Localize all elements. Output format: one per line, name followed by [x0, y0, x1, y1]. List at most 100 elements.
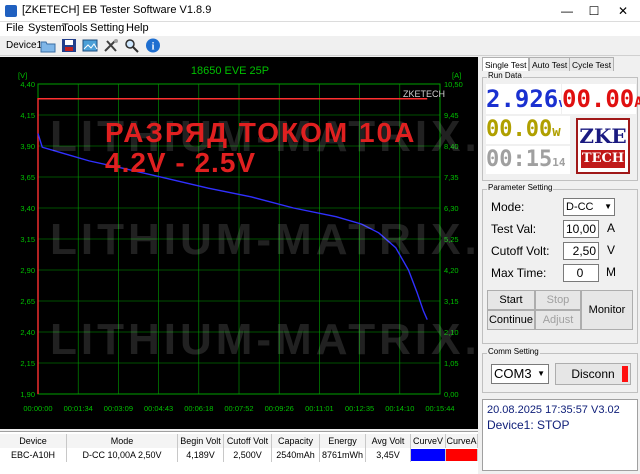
max-time-input[interactable]: 0 [563, 264, 599, 282]
x-tick-label: 00:07:52 [224, 404, 253, 413]
watermark-3: LITHIUM-MATRIX. [50, 315, 481, 364]
window-title: [ZKETECH] EB Tester Software V1.8.9 [22, 4, 212, 16]
tools-icon[interactable] [103, 38, 119, 53]
cutoff-volt-label: Cutoff Volt: [491, 244, 550, 258]
info-icon[interactable]: i [145, 38, 161, 53]
mode-label: Mode: [491, 200, 525, 214]
title-bar: [ZKETECH] EB Tester Software V1.8.9 — ☐ … [0, 0, 640, 22]
test-val-input[interactable]: 10,00 [563, 220, 599, 238]
status-device: Device1: STOP [487, 418, 570, 432]
y-tick-label: 3,15 [20, 235, 35, 244]
zketech-logo: ZKE TECH [576, 118, 630, 174]
start-button[interactable]: Start [487, 290, 535, 310]
y2-tick-label: 4,20 [444, 266, 459, 275]
power-value: 00.00 [486, 117, 553, 142]
current-unit: A [634, 95, 640, 111]
chart-image-icon[interactable] [82, 38, 98, 53]
maximize-button[interactable]: ☐ [583, 2, 605, 20]
com-port-value: COM3 [494, 366, 532, 381]
menu-setting[interactable]: Setting [90, 22, 124, 34]
curve-a-color-swatch[interactable] [446, 449, 478, 461]
y-tick-label: 2,65 [20, 297, 35, 306]
menu-help[interactable]: Help [126, 22, 149, 34]
x-tick-label: 00:15:44 [425, 404, 454, 413]
y-tick-label: 2,90 [20, 266, 35, 275]
menu-file[interactable]: File [6, 22, 24, 34]
power-unit: w [552, 124, 561, 140]
x-tick-label: 00:01:34 [64, 404, 93, 413]
cell-capacity: 2540mAh [272, 448, 320, 462]
tab-auto-test[interactable]: Auto Test [529, 57, 571, 71]
monitor-button[interactable]: Monitor [581, 290, 633, 330]
test-val-label: Test Val: [491, 222, 537, 236]
cell-energy: 8761mWh [320, 448, 366, 462]
table-row[interactable]: EBC-A10H D-CC 10,00A 2,50V 4,189V 2,500V… [0, 448, 478, 462]
logo-text-bottom: TECH [581, 150, 625, 168]
disconnect-label: Disconn [571, 367, 615, 381]
y2-axis-unit: [A] [452, 71, 461, 80]
cutoff-volt-unit: V [607, 243, 616, 257]
com-port-select[interactable]: COM3 ▼ [491, 364, 549, 384]
comm-label: Comm Setting [487, 347, 540, 356]
close-button[interactable]: ✕ [612, 2, 634, 20]
control-panel: Single Test Auto Test Cycle Test Run Dat… [480, 57, 640, 474]
x-tick-label: 00:12:35 [345, 404, 374, 413]
parameter-label: Parameter Setting [487, 183, 554, 192]
chart-corner-label: ZKETECH [403, 89, 446, 99]
x-tick-label: 00:06:18 [184, 404, 213, 413]
time-hm: 00:15 [486, 147, 553, 172]
x-tick-label: 00:00:00 [23, 404, 52, 413]
run-data-label: Run Data [487, 71, 523, 80]
connection-indicator [622, 366, 628, 382]
cutoff-volt-input[interactable]: 2,50 [563, 242, 599, 260]
x-tick-label: 00:09:26 [265, 404, 294, 413]
max-time-unit: M [606, 265, 616, 279]
chart-title: 18650 EVE 25P [190, 65, 270, 77]
cell-begin-volt: 4,189V [178, 448, 224, 462]
y2-tick-label: 3,15 [444, 297, 459, 306]
header-energy: Energy [320, 434, 366, 448]
cell-avg-volt: 3,45V [366, 448, 411, 462]
run-data-group: Run Data 2.926v 00.00A 00.00w 00:1514 ZK… [482, 71, 640, 181]
x-tick-label: 00:03:09 [104, 404, 133, 413]
chevron-down-icon: ▼ [537, 369, 545, 378]
time-readout: 00:1514 [486, 146, 570, 174]
open-folder-icon[interactable] [40, 38, 56, 53]
y2-tick-label: 6,30 [444, 204, 459, 213]
cell-cutoff-volt: 2,500V [224, 448, 272, 462]
header-begin-volt: Begin Volt [178, 434, 224, 448]
status-datetime: 20.08.2025 17:35:57 V3.02 [487, 404, 620, 416]
header-curve-v: CurveV [411, 434, 446, 448]
stop-button[interactable]: Stop [535, 290, 581, 310]
y-tick-label: 2,40 [20, 328, 35, 337]
overlay-caption-2: 4.2V - 2.5V [105, 147, 257, 178]
overlay-caption-1: РАЗРЯД ТОКОМ 10А [105, 117, 417, 148]
menu-tools[interactable]: Tools [62, 22, 88, 34]
y-tick-label: 3,65 [20, 173, 35, 182]
continue-button[interactable]: Continue [487, 310, 535, 330]
disconnect-button[interactable]: Disconn [555, 363, 631, 385]
x-tick-label: 00:14:10 [385, 404, 414, 413]
header-avg-volt: Avg Volt [366, 434, 411, 448]
cell-mode: D-CC 10,00A 2,50V [67, 448, 178, 462]
header-curve-a: CurveA [446, 434, 478, 448]
curve-v-color-swatch[interactable] [411, 449, 446, 461]
save-icon[interactable] [61, 38, 77, 53]
watermark-2: LITHIUM-MATRIX. [50, 215, 481, 264]
chevron-down-icon: ▼ [604, 202, 612, 211]
minimize-button[interactable]: — [556, 2, 578, 20]
device-label: Device1 [6, 40, 43, 51]
y-tick-label: 1,90 [20, 390, 35, 399]
y-axis-unit: [V] [18, 71, 27, 80]
tab-single-test[interactable]: Single Test [482, 57, 530, 71]
menu-bar: File System Tools Setting Help [0, 22, 640, 36]
adjust-button[interactable]: Adjust [535, 310, 581, 330]
results-table: Device Mode Begin Volt Cutoff Volt Capac… [0, 431, 478, 474]
tab-cycle-test[interactable]: Cycle Test [569, 57, 615, 71]
cell-device: EBC-A10H [0, 448, 67, 462]
mode-select[interactable]: D-CC ▼ [563, 198, 615, 216]
search-icon[interactable] [124, 38, 140, 53]
menu-system[interactable]: System [28, 22, 65, 34]
comm-group: Comm Setting COM3 ▼ Disconn [482, 347, 638, 393]
logo-text-top: ZKE [579, 124, 627, 148]
